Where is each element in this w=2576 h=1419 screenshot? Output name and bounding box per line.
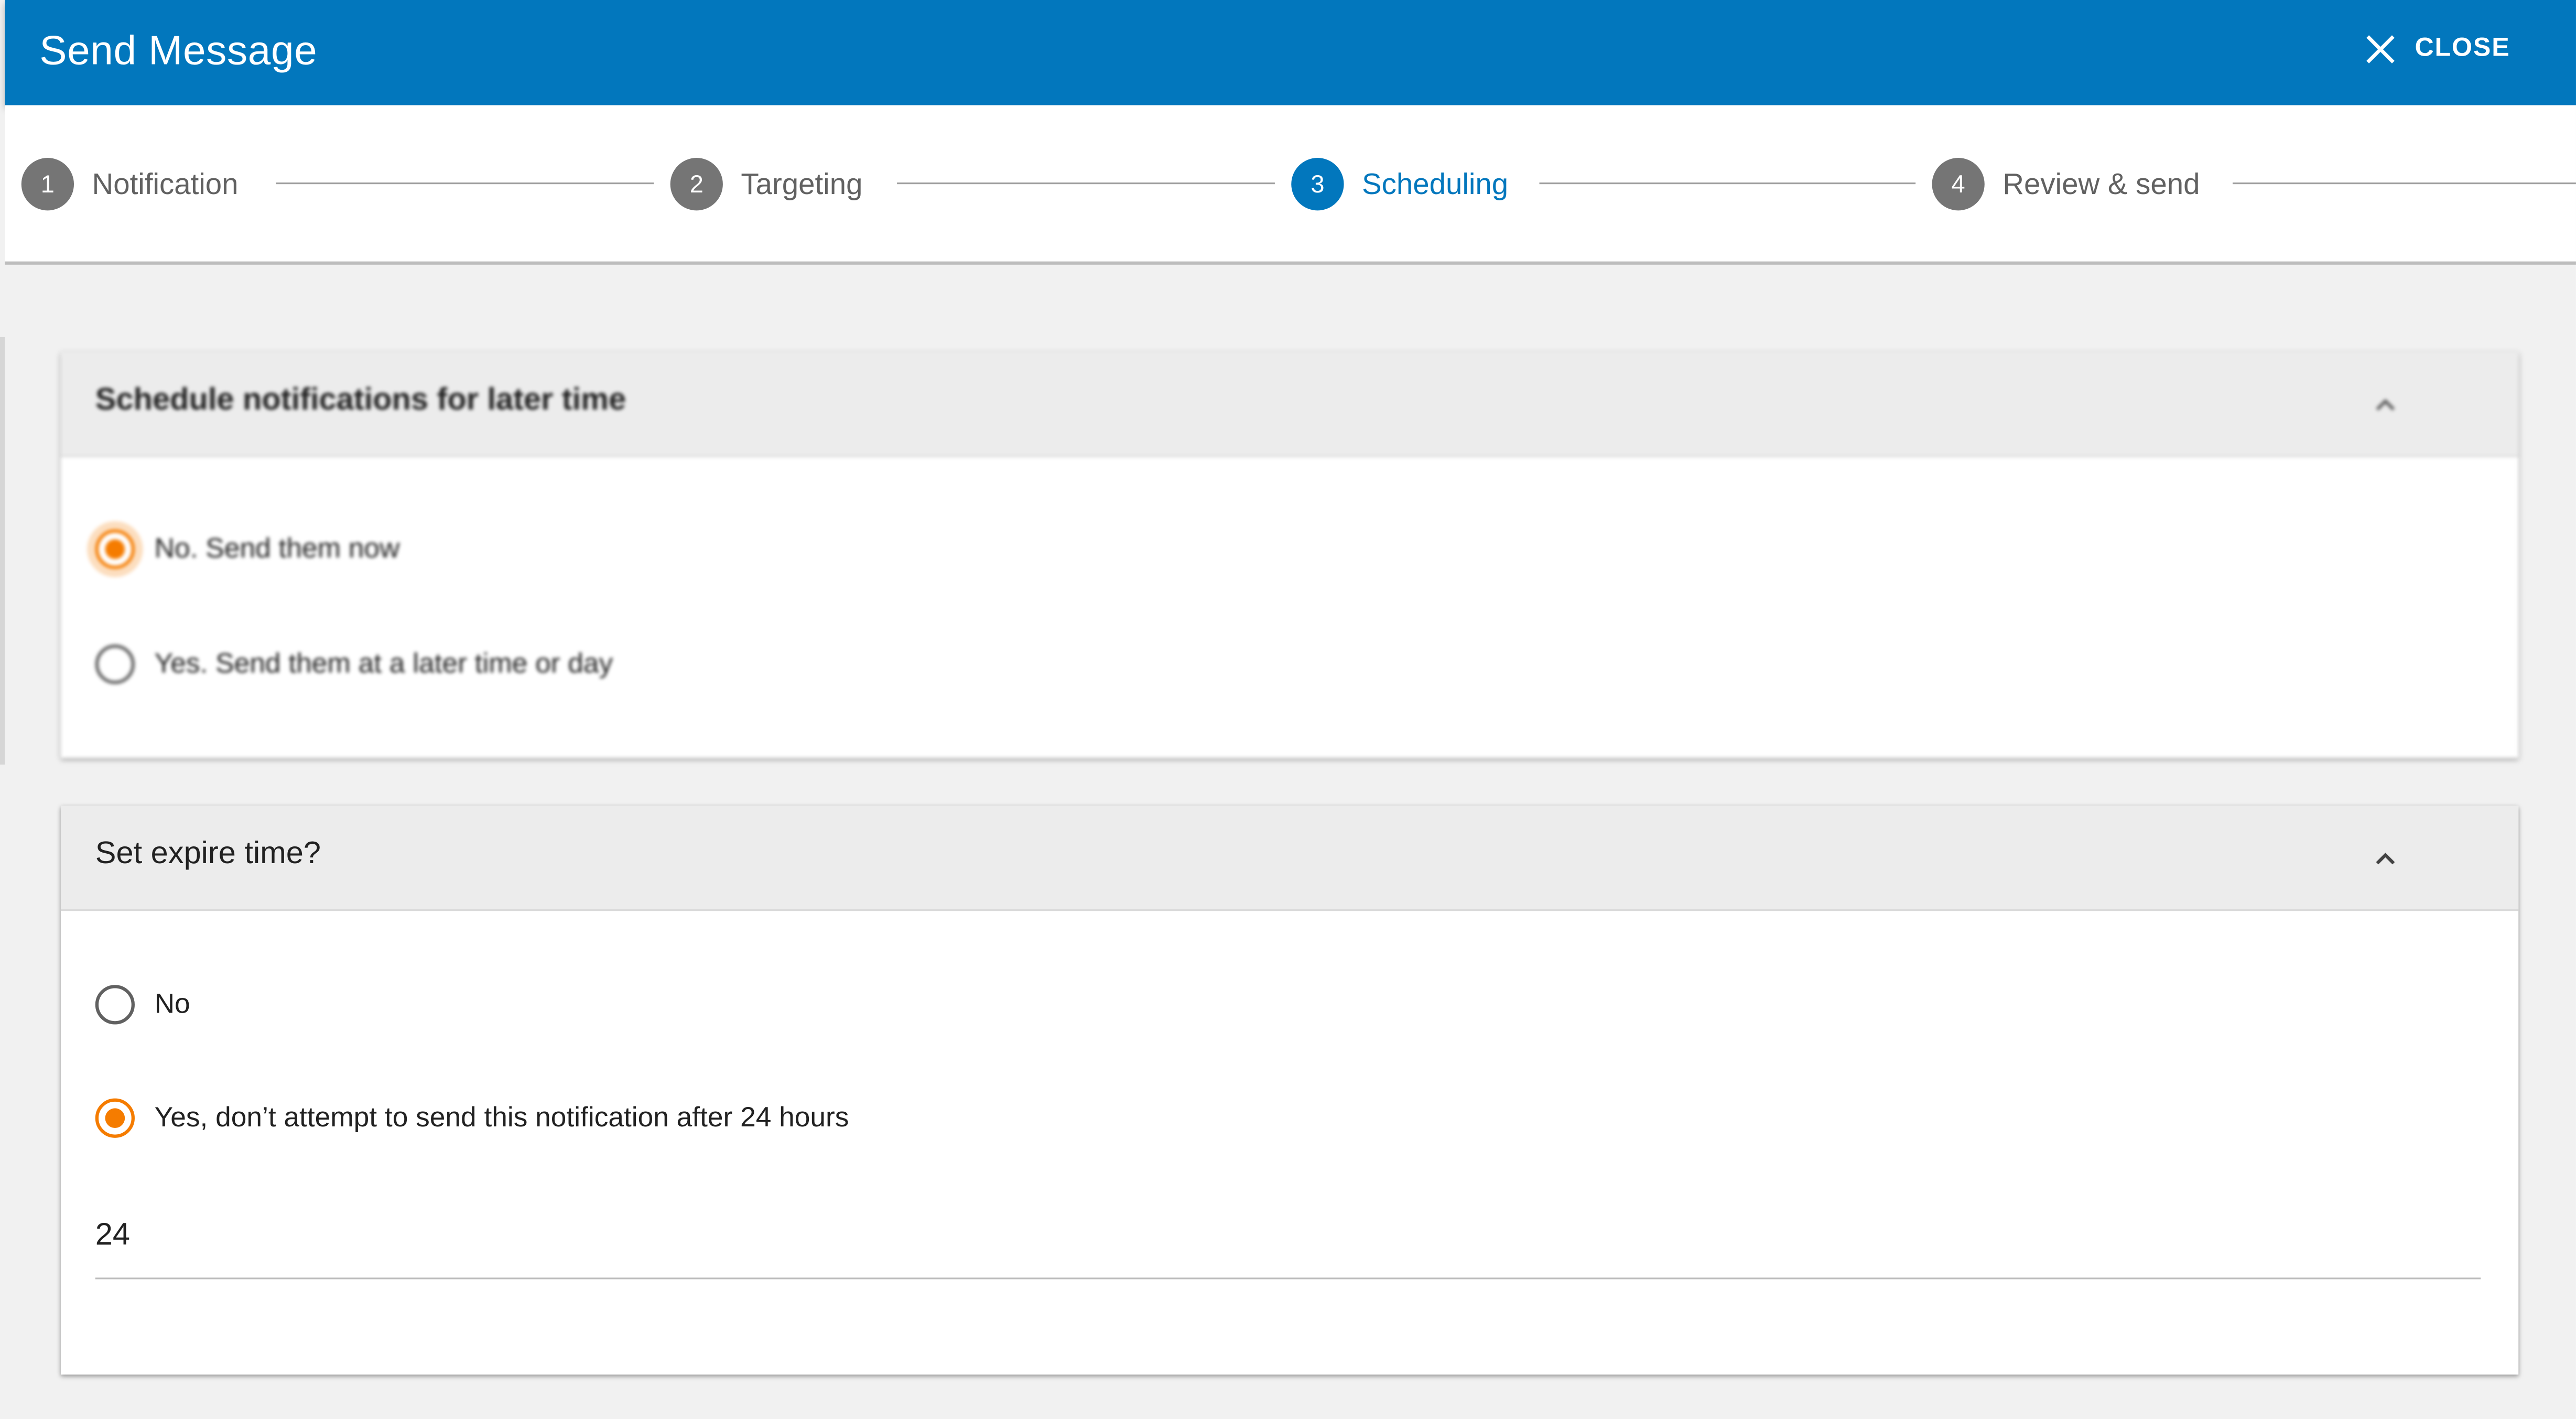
step-label: Notification — [92, 167, 239, 200]
radio-button[interactable] — [95, 529, 135, 569]
expire-hours-value: 24 — [95, 1218, 131, 1253]
radio-label: Yes, don’t attempt to send this notifica… — [154, 1101, 849, 1133]
schedule-option-later[interactable]: Yes. Send them at a later time or day — [95, 644, 613, 684]
radio-label: No. Send them now — [154, 532, 400, 564]
radio-button[interactable] — [95, 985, 135, 1025]
expire-hours-input[interactable]: 24 — [95, 1205, 2481, 1280]
radio-button[interactable] — [95, 1098, 135, 1138]
step-connector — [276, 182, 654, 185]
chevron-up-icon[interactable] — [2369, 388, 2402, 421]
schedule-panel-title: Schedule notifications for later time — [95, 383, 626, 418]
step-review-send[interactable]: 4 Review & send — [1932, 158, 2200, 211]
close-label: CLOSE — [2415, 34, 2510, 63]
step-connector — [897, 182, 1275, 185]
schedule-option-now[interactable]: No. Send them now — [95, 529, 400, 569]
chevron-up-icon[interactable] — [2369, 842, 2402, 875]
step-connector — [1539, 182, 1916, 185]
radio-label: No — [154, 988, 190, 1020]
radio-button[interactable] — [95, 644, 135, 684]
step-notification[interactable]: 1 Notification — [21, 158, 239, 211]
expire-panel-header[interactable]: Set expire time? — [60, 805, 2519, 911]
expire-panel: Set expire time? No Yes, don’t attempt t… — [60, 805, 2519, 1375]
step-label: Review & send — [2003, 167, 2200, 200]
schedule-panel: Schedule notifications for later time No… — [60, 352, 2519, 758]
schedule-panel-header[interactable]: Schedule notifications for later time — [60, 352, 2519, 457]
radio-label: Yes. Send them at a later time or day — [154, 648, 613, 680]
close-icon — [2366, 35, 2395, 63]
step-targeting[interactable]: 2 Targeting — [670, 158, 863, 211]
step-scheduling[interactable]: 3 Scheduling — [1291, 158, 1509, 211]
step-number: 3 — [1291, 158, 1344, 211]
step-label: Targeting — [741, 167, 863, 200]
close-button[interactable]: CLOSE — [2364, 33, 2510, 66]
step-connector — [2232, 182, 2576, 185]
step-number: 4 — [1932, 158, 1985, 211]
left-edge-divider — [0, 337, 5, 765]
step-number: 1 — [21, 158, 74, 211]
step-label: Scheduling — [1362, 167, 1509, 200]
expire-option-yes[interactable]: Yes, don’t attempt to send this notifica… — [95, 1098, 849, 1138]
expire-panel-title: Set expire time? — [95, 837, 321, 872]
expire-option-no[interactable]: No — [95, 985, 190, 1025]
dialog-title: Send Message — [39, 28, 318, 74]
send-message-dialog: Send Message CLOSE 1 Notification 2 Targ… — [0, 0, 2576, 1419]
stepper: 1 Notification 2 Targeting 3 Scheduling … — [5, 105, 2576, 265]
step-number: 2 — [670, 158, 723, 211]
app-bar: Send Message CLOSE — [5, 0, 2576, 105]
